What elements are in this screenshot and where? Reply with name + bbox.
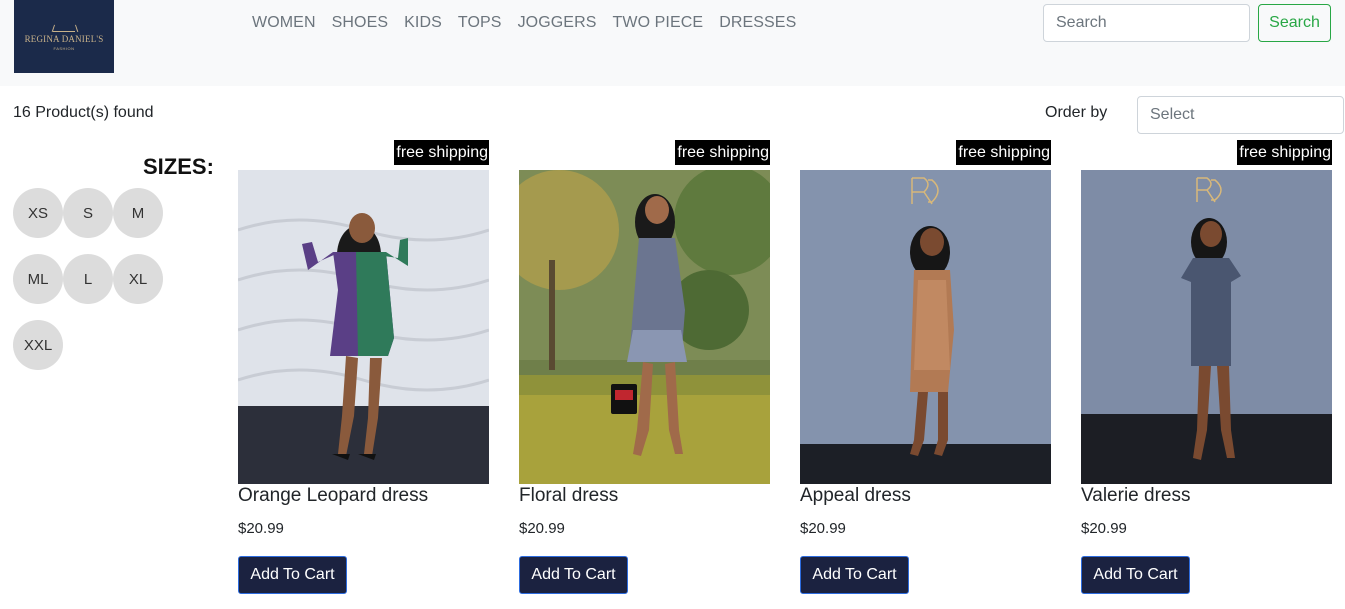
sizes-title: SIZES:	[143, 154, 214, 179]
nav-item-joggers[interactable]: JOGGERS	[518, 14, 597, 32]
product-image[interactable]	[238, 170, 489, 484]
main-nav: WOMEN SHOES KIDS TOPS JOGGERS TWO PIECE …	[252, 14, 812, 32]
free-shipping-badge: free shipping	[675, 140, 770, 165]
navbar: REGINA DANIEL'S FASHION WOMEN SHOES KIDS…	[0, 0, 1345, 86]
product-price: $20.99	[1081, 520, 1127, 537]
size-button-xl[interactable]: XL	[113, 254, 163, 304]
free-shipping-badge: free shipping	[956, 140, 1051, 165]
add-to-cart-button[interactable]: Add To Cart	[238, 556, 347, 594]
product-image[interactable]	[519, 170, 770, 484]
products-found-count: 16 Product(s) found	[13, 104, 154, 121]
search-input[interactable]	[1043, 4, 1250, 42]
nav-item-women[interactable]: WOMEN	[252, 14, 316, 32]
search-button[interactable]: Search	[1258, 4, 1331, 42]
product-price: $20.99	[519, 520, 565, 537]
product-name[interactable]: Appeal dress	[800, 485, 911, 507]
size-button-ml[interactable]: ML	[13, 254, 63, 304]
free-shipping-badge: free shipping	[1237, 140, 1332, 165]
size-button-xs[interactable]: XS	[13, 188, 63, 238]
product-name[interactable]: Orange Leopard dress	[238, 485, 428, 507]
product-price: $20.99	[238, 520, 284, 537]
size-button-l[interactable]: L	[63, 254, 113, 304]
product-image[interactable]	[800, 170, 1051, 484]
nav-item-shoes[interactable]: SHOES	[332, 14, 389, 32]
logo-subtext: FASHION	[53, 45, 75, 51]
nav-item-dresses[interactable]: DRESSES	[719, 14, 796, 32]
product-image[interactable]	[1081, 170, 1332, 484]
order-by-label: Order by	[1045, 104, 1108, 121]
add-to-cart-button[interactable]: Add To Cart	[1081, 556, 1190, 594]
product-name[interactable]: Floral dress	[519, 485, 618, 507]
nav-item-kids[interactable]: KIDS	[404, 14, 442, 32]
product-name[interactable]: Valerie dress	[1081, 485, 1190, 507]
add-to-cart-button[interactable]: Add To Cart	[800, 556, 909, 594]
order-by-select-value: Select	[1150, 106, 1195, 123]
logo-text: REGINA DANIEL'S	[24, 33, 104, 44]
hanger-icon	[53, 23, 75, 32]
nav-item-two-piece[interactable]: TWO PIECE	[613, 14, 704, 32]
free-shipping-badge: free shipping	[394, 140, 489, 165]
size-button-xxl[interactable]: XXL	[13, 320, 63, 370]
size-button-m[interactable]: M	[113, 188, 163, 238]
add-to-cart-button[interactable]: Add To Cart	[519, 556, 628, 594]
nav-item-tops[interactable]: TOPS	[458, 14, 502, 32]
product-price: $20.99	[800, 520, 846, 537]
order-by-select[interactable]: Select	[1137, 96, 1344, 134]
brand-logo[interactable]: REGINA DANIEL'S FASHION	[14, 0, 114, 73]
size-button-s[interactable]: S	[63, 188, 113, 238]
